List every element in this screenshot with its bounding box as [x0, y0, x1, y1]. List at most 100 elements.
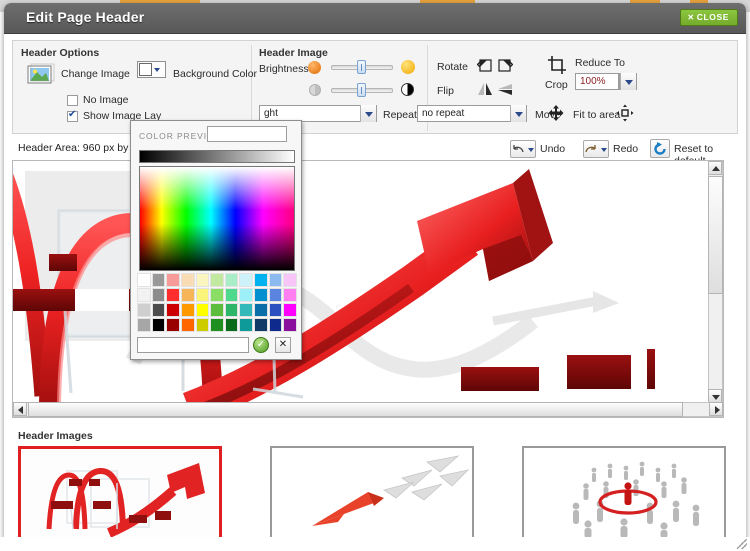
color-swatch[interactable] — [180, 318, 195, 332]
color-swatch[interactable] — [137, 273, 151, 287]
color-swatch[interactable] — [166, 318, 180, 332]
reset-to-default-button[interactable] — [650, 139, 670, 158]
background-color-swatch-button[interactable] — [137, 61, 166, 78]
header-preview-canvas[interactable] — [12, 160, 724, 418]
repeat-select-value: no repeat — [422, 108, 465, 119]
color-swatch[interactable] — [180, 288, 195, 302]
color-swatch[interactable] — [180, 273, 195, 287]
undo-label[interactable]: Undo — [540, 143, 565, 155]
vertical-scroll-thumb[interactable] — [708, 176, 723, 294]
color-swatch[interactable] — [268, 318, 283, 332]
resize-grip[interactable] — [737, 539, 747, 549]
color-swatch[interactable] — [151, 318, 166, 332]
color-swatch[interactable] — [151, 273, 166, 287]
color-swatch[interactable] — [210, 288, 224, 302]
arrow-hurdles-thumbnail — [21, 449, 219, 538]
show-image-layer-checkbox[interactable] — [67, 109, 78, 122]
picture-icon[interactable] — [27, 63, 55, 86]
hex-color-input[interactable] — [137, 337, 249, 353]
color-swatch[interactable] — [254, 318, 268, 332]
header-options-title: Header Options — [21, 47, 100, 59]
color-swatch[interactable] — [254, 273, 268, 287]
x-icon[interactable]: ✕ — [275, 337, 291, 353]
color-picker-popup[interactable]: COLOR PREVIEW: ✓ ✕ — [130, 120, 302, 360]
move-cross-icon[interactable] — [547, 104, 565, 122]
preview-vertical-scrollbar[interactable] — [708, 161, 723, 403]
color-swatch[interactable] — [268, 288, 283, 302]
contrast-slider[interactable] — [331, 83, 393, 97]
scroll-up-button[interactable] — [708, 161, 722, 175]
color-swatch[interactable] — [195, 273, 210, 287]
page-bottom-edge — [0, 537, 750, 551]
scroll-right-button[interactable] — [709, 402, 723, 416]
crop-icon[interactable] — [547, 55, 567, 75]
flip-vertical-icon[interactable] — [497, 81, 513, 97]
color-swatch[interactable] — [239, 288, 254, 302]
rotate-label: Rotate — [437, 61, 468, 73]
redo-label[interactable]: Redo — [613, 143, 638, 155]
color-swatch[interactable] — [151, 303, 166, 317]
check-circle-icon[interactable]: ✓ — [253, 337, 269, 353]
color-swatch[interactable] — [224, 318, 239, 332]
color-swatch[interactable] — [268, 303, 283, 317]
color-swatch[interactable] — [224, 303, 239, 317]
horizontal-scroll-thumb[interactable] — [28, 402, 683, 417]
color-swatch[interactable] — [283, 288, 297, 302]
close-button[interactable]: ✕ CLOSE — [680, 9, 738, 26]
color-spectrum-field[interactable] — [139, 166, 295, 271]
color-swatch[interactable] — [254, 288, 268, 302]
color-swatch[interactable] — [195, 303, 210, 317]
header-thumbnail-3[interactable] — [522, 446, 726, 540]
color-swatch[interactable] — [210, 273, 224, 287]
color-swatch[interactable] — [283, 273, 297, 287]
paper-planes-thumbnail — [272, 448, 472, 538]
redo-button[interactable] — [583, 140, 609, 158]
color-swatch[interactable] — [283, 318, 297, 332]
color-swatch[interactable] — [166, 303, 180, 317]
header-thumbnail-2[interactable] — [270, 446, 474, 540]
repeat-select[interactable]: no repeat — [417, 105, 527, 122]
color-swatch[interactable] — [210, 303, 224, 317]
color-swatch[interactable] — [283, 303, 297, 317]
color-swatch[interactable] — [137, 288, 151, 302]
rotate-right-icon[interactable] — [497, 57, 513, 73]
color-swatch[interactable] — [195, 318, 210, 332]
color-swatch[interactable] — [137, 303, 151, 317]
color-swatch[interactable] — [268, 273, 283, 287]
color-swatch[interactable] — [166, 273, 180, 287]
contrast-high-icon — [401, 83, 414, 96]
color-swatch[interactable] — [137, 318, 151, 332]
color-swatch[interactable] — [210, 318, 224, 332]
brightness-slider[interactable] — [331, 60, 393, 74]
crop-label: Crop — [545, 79, 568, 91]
slider-thumb[interactable] — [357, 83, 366, 97]
chevron-down-icon[interactable] — [510, 105, 526, 122]
flip-horizontal-icon[interactable] — [477, 81, 493, 97]
color-swatch-grid[interactable] — [137, 273, 297, 332]
change-image-label[interactable]: Change Image — [61, 68, 130, 80]
slider-thumb[interactable] — [357, 60, 366, 74]
color-swatch[interactable] — [180, 303, 195, 317]
undo-button[interactable] — [510, 140, 536, 158]
color-swatch[interactable] — [224, 288, 239, 302]
fit-to-area-icon[interactable] — [616, 104, 634, 122]
grayscale-ramp[interactable] — [139, 150, 295, 163]
color-swatch[interactable] — [166, 288, 180, 302]
color-swatch[interactable] — [239, 273, 254, 287]
color-swatch[interactable] — [239, 303, 254, 317]
color-swatch[interactable] — [151, 288, 166, 302]
chevron-down-icon[interactable] — [620, 73, 636, 90]
reduce-to-select[interactable] — [619, 73, 637, 90]
rotate-left-icon[interactable] — [477, 57, 493, 73]
header-thumbnail-1[interactable] — [18, 446, 222, 540]
scroll-down-button[interactable] — [708, 389, 722, 403]
flip-label: Flip — [437, 85, 454, 97]
color-swatch[interactable] — [239, 318, 254, 332]
color-swatch[interactable] — [195, 288, 210, 302]
scroll-left-button[interactable] — [13, 402, 27, 416]
chevron-down-icon[interactable] — [360, 105, 376, 122]
no-image-checkbox[interactable] — [67, 95, 78, 106]
color-swatch[interactable] — [224, 273, 239, 287]
color-swatch[interactable] — [254, 303, 268, 317]
preview-horizontal-scrollbar[interactable] — [13, 402, 723, 417]
